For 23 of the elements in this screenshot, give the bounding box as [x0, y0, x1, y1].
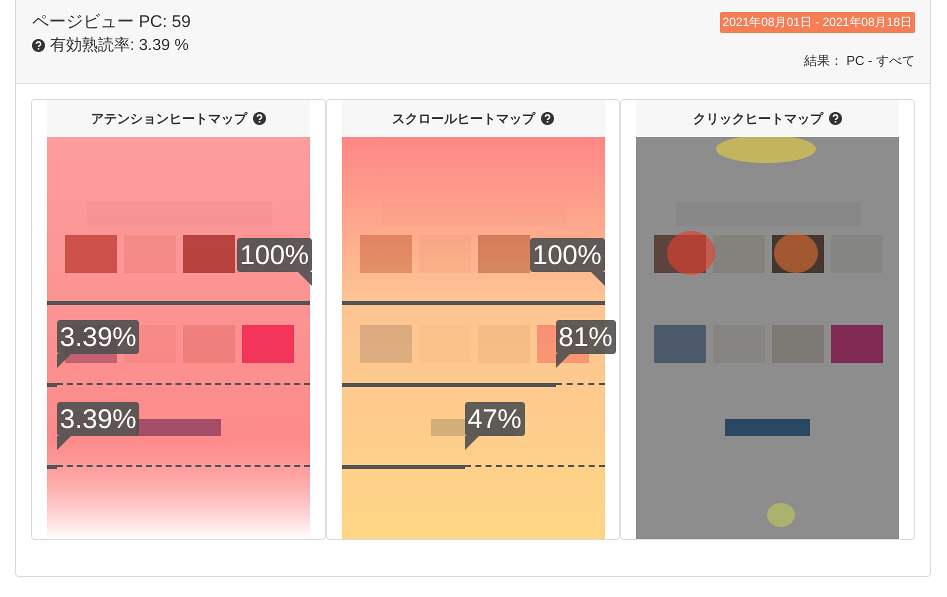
heatmap-title: アテンションヒートマップ [90, 110, 247, 128]
depth-label: 3.39% [56, 320, 140, 354]
callout-tail [464, 436, 478, 450]
date-range-badge: 2021年08月01日 - 2021年08月18日 [720, 12, 915, 33]
help-icon[interactable] [829, 112, 842, 125]
callout-tail [556, 354, 570, 368]
heatmap-title: クリックヒートマップ [693, 110, 824, 128]
callout-tail [56, 354, 71, 368]
help-icon[interactable] [32, 39, 45, 52]
callout-tail [590, 272, 605, 286]
heatmap-title: スクロールヒートマップ [392, 110, 535, 128]
help-icon[interactable] [541, 112, 554, 125]
depth-label: 3.39% [56, 402, 140, 436]
read-rate: 有効熟読率: 3.39 % [50, 36, 189, 56]
depth-label: 100% [530, 238, 605, 272]
depth-label: 47% [464, 402, 525, 436]
callout-tail [298, 272, 312, 286]
pageview-count: ページビュー PC: 59 [32, 12, 191, 32]
depth-label: 81% [556, 320, 616, 354]
result-filter: 結果： PC - すべて [804, 52, 915, 70]
depth-label: 100% [236, 238, 312, 272]
help-icon[interactable] [252, 112, 266, 125]
callout-tail [56, 436, 71, 450]
